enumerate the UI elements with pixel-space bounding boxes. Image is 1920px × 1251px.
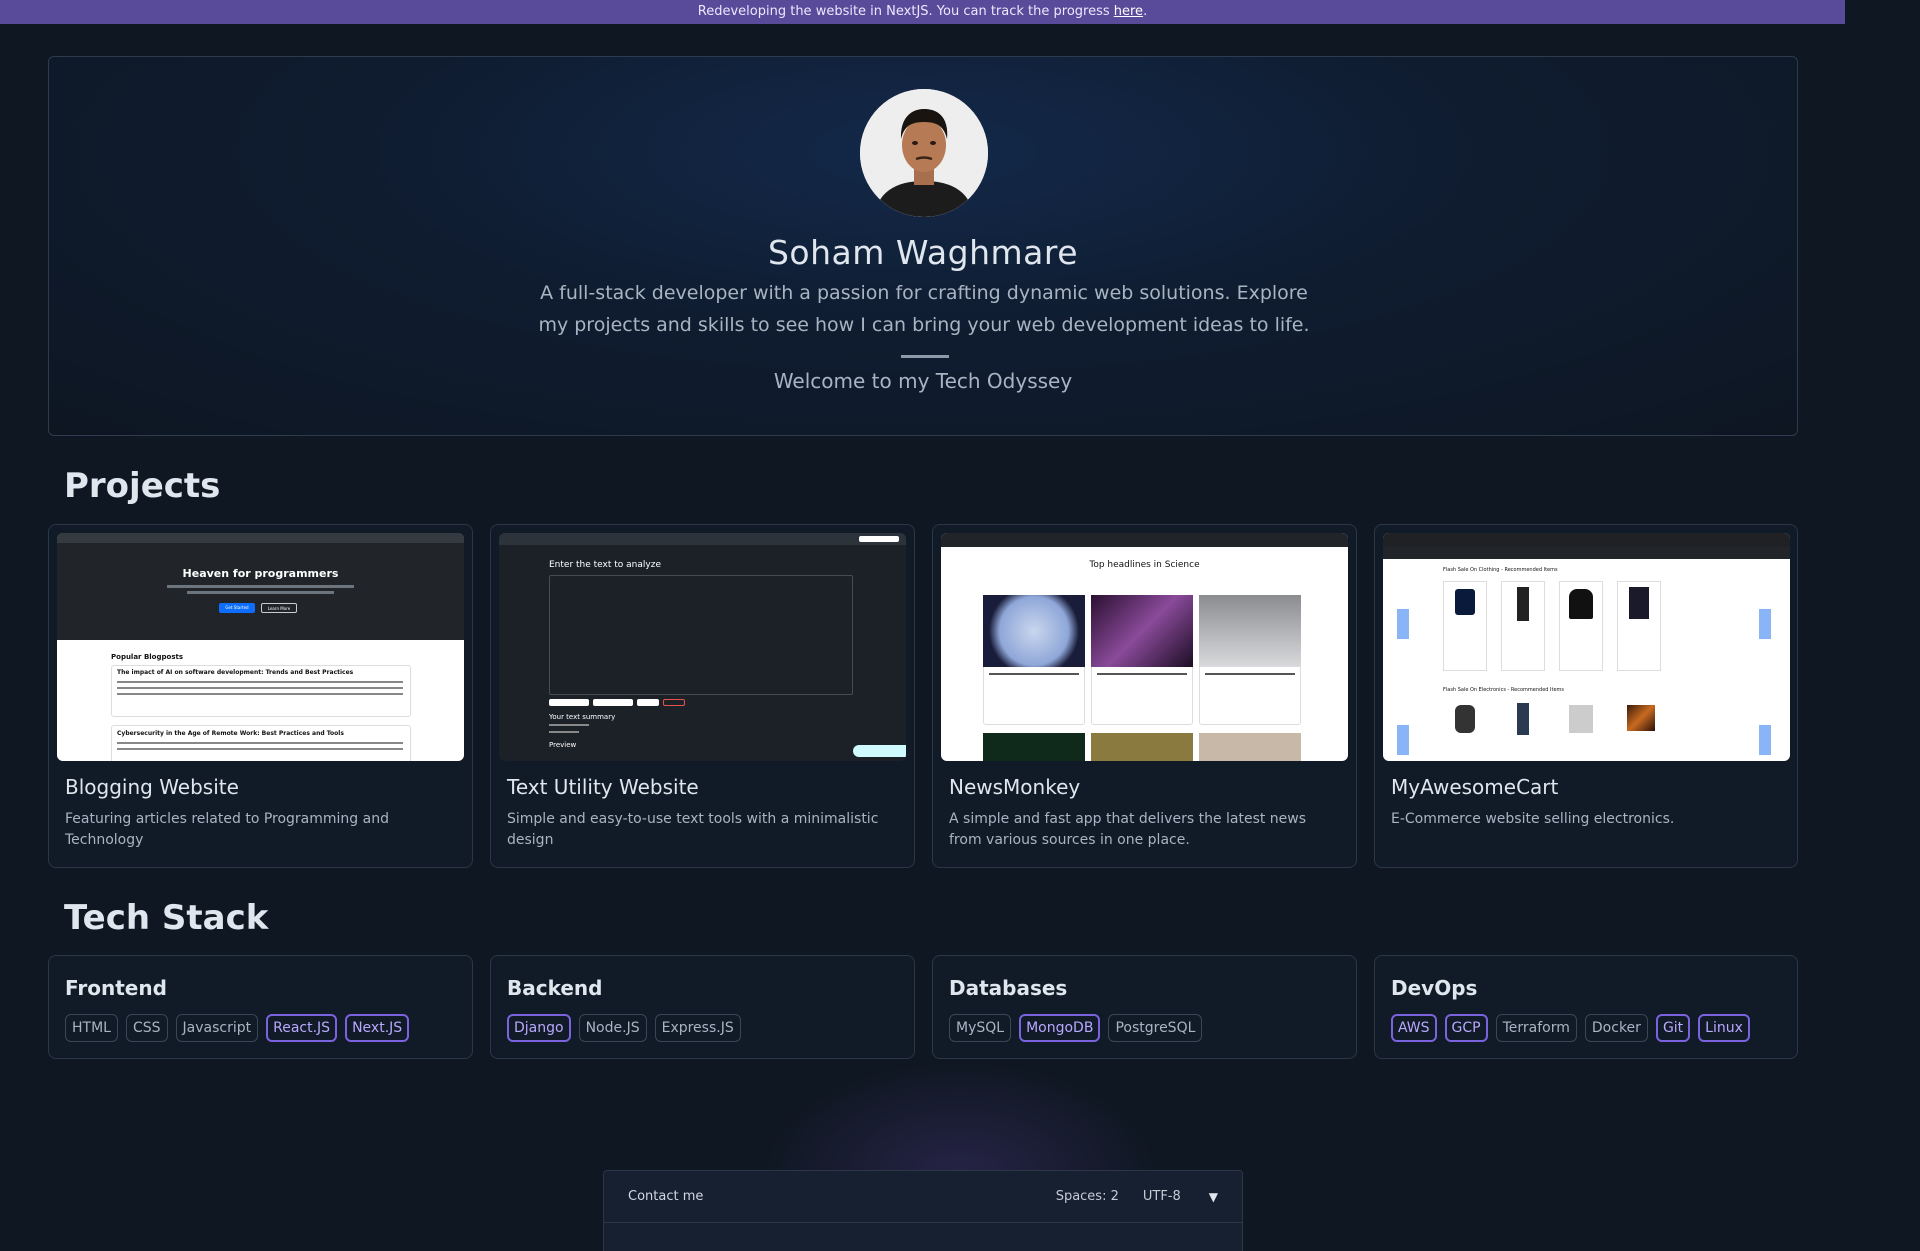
project-title-text-utility[interactable]: Text Utility Website bbox=[507, 775, 699, 799]
tech-chip-git: Git bbox=[1655, 1014, 1691, 1042]
tech-group-title: Frontend bbox=[65, 976, 167, 1000]
tech-group-databases: Databases MySQL MongoDB PostgreSQL bbox=[932, 955, 1357, 1059]
project-desc-text-utility: Simple and easy-to-use text tools with a… bbox=[507, 811, 879, 848]
tech-chip-css: CSS bbox=[125, 1014, 168, 1042]
tech-chip-aws: AWS bbox=[1391, 1014, 1437, 1042]
shot-text-preview: Preview bbox=[549, 741, 577, 749]
chevron-down-icon[interactable]: ▼ bbox=[1209, 1190, 1218, 1204]
tech-chip-nodejs: Node.JS bbox=[578, 1014, 647, 1042]
tech-chip-html: HTML bbox=[65, 1014, 118, 1042]
shot-news-heading: Top headlines in Science bbox=[1089, 560, 1200, 570]
tech-group-title: Backend bbox=[507, 976, 603, 1000]
tech-group-title: Databases bbox=[949, 976, 1068, 1000]
tech-chip-linux: Linux bbox=[1698, 1014, 1750, 1042]
hero-tagline: A full-stack developer with a passion fo… bbox=[538, 282, 1310, 336]
project-screenshot-blogging: Heaven for programmers Get Started Learn… bbox=[57, 533, 464, 761]
shot-cart-row1: Flash Sale On Clothing - Recommended Ite… bbox=[1443, 567, 1558, 573]
shot-blog-hero: Heaven for programmers bbox=[182, 567, 339, 580]
scrollbar-gutter bbox=[1845, 0, 1920, 1251]
project-screenshot-myawesomecart: Flash Sale On Clothing - Recommended Ite… bbox=[1383, 533, 1790, 761]
announcement-banner: Redeveloping the website in NextJS. You … bbox=[0, 0, 1845, 24]
shot-blog-post2: Cybersecurity in the Age of Remote Work:… bbox=[117, 730, 344, 737]
banner-text: Redeveloping the website in NextJS. You … bbox=[697, 4, 1114, 19]
shot-blog-post1: The impact of AI on software development… bbox=[117, 669, 354, 676]
hero-section: Soham Waghmare A full-stack developer wi… bbox=[48, 56, 1798, 436]
shot-blog-btn1: Get Started bbox=[219, 603, 255, 613]
tech-chip-terraform: Terraform bbox=[1495, 1014, 1577, 1042]
banner-progress-link[interactable]: here bbox=[1114, 4, 1143, 19]
tech-chip-javascript: Javascript bbox=[175, 1014, 259, 1042]
tech-chip-nextjs: Next.JS bbox=[345, 1014, 410, 1042]
tech-chip-expressjs: Express.JS bbox=[654, 1014, 741, 1042]
project-title-myawesomecart[interactable]: MyAwesomeCart bbox=[1391, 775, 1558, 799]
hero-welcome: Welcome to my Tech Odyssey bbox=[773, 369, 1073, 393]
tech-chip-mongodb: MongoDB bbox=[1019, 1014, 1101, 1042]
project-card-newsmonkey[interactable]: Top headlines in Science NewsMonkey A si… bbox=[932, 524, 1357, 868]
project-desc-blogging: Featuring articles related to Programmin… bbox=[65, 811, 389, 848]
project-desc-newsmonkey: A simple and fast app that delivers the … bbox=[949, 811, 1307, 848]
tech-stack-heading: Tech Stack bbox=[64, 898, 269, 938]
contact-panel: Contact me Spaces: 2 UTF-8 ▼ bbox=[603, 1170, 1243, 1251]
project-title-newsmonkey[interactable]: NewsMonkey bbox=[949, 775, 1080, 799]
profile-avatar bbox=[860, 89, 988, 217]
tech-chip-mysql: MySQL bbox=[949, 1014, 1012, 1042]
tech-chip-gcp: GCP bbox=[1444, 1014, 1488, 1042]
project-card-myawesomecart[interactable]: Flash Sale On Clothing - Recommended Ite… bbox=[1374, 524, 1798, 868]
projects-heading: Projects bbox=[64, 466, 221, 506]
shot-blog-section: Popular Blogposts bbox=[111, 653, 183, 661]
contact-encoding[interactable]: UTF-8 bbox=[1143, 1189, 1181, 1204]
tech-group-backend: Backend Django Node.JS Express.JS bbox=[490, 955, 915, 1059]
tech-chip-docker: Docker bbox=[1584, 1014, 1648, 1042]
project-screenshot-newsmonkey: Top headlines in Science bbox=[941, 533, 1348, 761]
contact-spaces[interactable]: Spaces: 2 bbox=[1056, 1189, 1119, 1204]
hero-divider bbox=[901, 355, 949, 358]
shot-cart-row2: Flash Sale On Electronics - Recommended … bbox=[1443, 687, 1565, 693]
banner-suffix: . bbox=[1143, 4, 1148, 19]
hero-name: Soham Waghmare bbox=[767, 233, 1079, 272]
shot-text-summary: Your text summary bbox=[549, 713, 616, 721]
tech-chip-django: Django bbox=[507, 1014, 571, 1042]
tech-chip-reactjs: React.JS bbox=[266, 1014, 338, 1042]
project-card-text-utility[interactable]: Enter the text to analyze Your text summ… bbox=[490, 524, 915, 868]
tech-group-title: DevOps bbox=[1391, 976, 1478, 1000]
shot-text-heading: Enter the text to analyze bbox=[549, 560, 661, 570]
project-card-blogging[interactable]: Heaven for programmers Get Started Learn… bbox=[48, 524, 473, 868]
tech-group-devops: DevOps AWS GCP Terraform Docker Git Linu… bbox=[1374, 955, 1798, 1059]
tech-group-frontend: Frontend HTML CSS Javascript React.JS Ne… bbox=[48, 955, 473, 1059]
contact-title: Contact me bbox=[628, 1189, 704, 1204]
project-title-blogging[interactable]: Blogging Website bbox=[65, 775, 239, 799]
contact-header: Contact me Spaces: 2 UTF-8 ▼ bbox=[604, 1171, 1242, 1223]
tech-chip-postgresql: PostgreSQL bbox=[1108, 1014, 1203, 1042]
shot-blog-btn2: Learn More bbox=[261, 603, 297, 613]
project-desc-myawesomecart: E-Commerce website selling electronics. bbox=[1391, 811, 1675, 827]
project-screenshot-text-utility: Enter the text to analyze Your text summ… bbox=[499, 533, 906, 761]
